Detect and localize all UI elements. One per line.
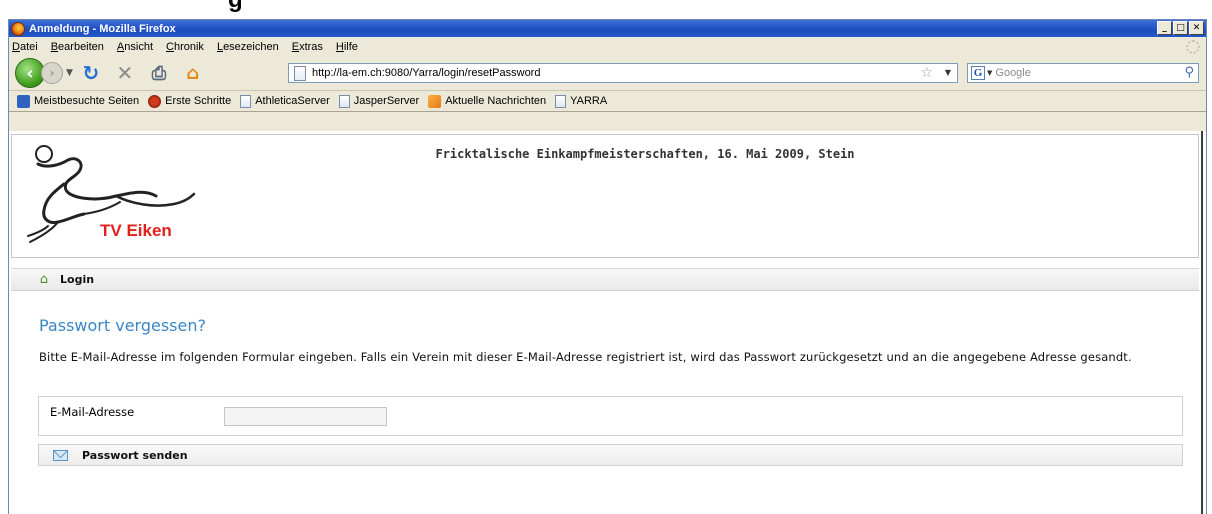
maximize-button[interactable]: □ <box>1173 21 1188 35</box>
print-icon[interactable]: ⎙ <box>147 61 171 85</box>
window-title: Anmeldung - Mozilla Firefox <box>29 22 176 35</box>
screenshot-top-strip: g <box>0 0 1212 20</box>
navigation-toolbar: ‹ › ▼ ↻ ✕ ⎙ ⌂ http://la-em.ch:9080/Yarra… <box>9 56 1206 90</box>
minimize-button[interactable]: _ <box>1157 21 1172 35</box>
most-visited-icon <box>17 94 30 108</box>
forward-button[interactable]: › <box>41 62 63 84</box>
bookmark-most-visited[interactable]: Meistbesuchte Seiten <box>17 94 139 108</box>
page-icon <box>338 94 350 108</box>
browser-window: Anmeldung - Mozilla Firefox _ □ ✕ Datei … <box>8 19 1207 514</box>
url-bar[interactable]: http://la-em.ch:9080/Yarra/login/resetPa… <box>288 63 958 83</box>
menu-extras[interactable]: Extras <box>292 41 323 53</box>
history-dropdown-icon[interactable]: ▼ <box>66 68 73 78</box>
email-field[interactable] <box>224 407 387 426</box>
site-header: TV Eiken Fricktalische Einkampfmeistersc… <box>11 134 1199 258</box>
menu-lesezeichen[interactable]: Lesezeichen <box>217 41 279 53</box>
search-icon[interactable]: ⚲ <box>1184 65 1194 80</box>
search-engine-dropdown-icon[interactable]: ▼ <box>987 69 992 77</box>
firefox-icon <box>148 94 162 108</box>
envelope-icon <box>53 449 68 461</box>
menu-bearbeiten[interactable]: Bearbeiten <box>51 41 104 53</box>
title-bar: Anmeldung - Mozilla Firefox _ □ ✕ <box>9 20 1206 37</box>
page-content: TV Eiken Fricktalische Einkampfmeistersc… <box>9 131 1206 514</box>
url-text[interactable]: http://la-em.ch:9080/Yarra/login/resetPa… <box>312 67 540 79</box>
reset-form: E-Mail-Adresse <box>38 396 1183 436</box>
send-password-label: Passwort senden <box>82 448 188 462</box>
search-input[interactable]: Google <box>995 67 1030 79</box>
bookmarks-toolbar: Meistbesuchte Seiten Erste Schritte Athl… <box>9 90 1206 112</box>
home-icon[interactable]: ⌂ <box>36 272 52 287</box>
send-password-button[interactable]: Passwort senden <box>38 444 1183 466</box>
stop-icon[interactable]: ✕ <box>113 61 137 85</box>
bookmark-getting-started[interactable]: Erste Schritte <box>148 94 231 108</box>
menu-bar: Datei Bearbeiten Ansicht Chronik Lesezei… <box>9 37 1206 56</box>
instructions-text: Bitte E-Mail-Adresse im folgenden Formul… <box>39 350 1132 364</box>
firefox-icon <box>11 21 25 36</box>
google-icon[interactable]: G <box>971 66 985 80</box>
close-button[interactable]: ✕ <box>1189 21 1204 35</box>
bookmark-star-icon[interactable]: ☆ <box>920 64 933 82</box>
event-title: Fricktalische Einkampfmeisterschaften, 1… <box>435 147 855 161</box>
menu-chronik[interactable]: Chronik <box>166 41 204 53</box>
throbber-icon <box>1186 40 1200 54</box>
reload-icon[interactable]: ↻ <box>79 61 103 85</box>
home-icon[interactable]: ⌂ <box>181 61 205 85</box>
page-icon <box>240 94 252 108</box>
clipped-heading-fragment: g <box>228 0 243 14</box>
bookmark-news[interactable]: Aktuelle Nachrichten <box>428 94 546 108</box>
window-controls: _ □ ✕ <box>1157 21 1204 35</box>
url-dropdown-icon[interactable]: ▼ <box>945 64 951 82</box>
bookmark-jasperserver[interactable]: JasperServer <box>338 94 419 108</box>
bookmark-athleticaserver[interactable]: AthleticaServer <box>240 94 330 108</box>
search-bar[interactable]: G ▼ Google ⚲ <box>967 63 1199 83</box>
page-icon <box>555 94 567 108</box>
logo-text: TV Eiken <box>100 221 172 240</box>
menu-ansicht[interactable]: Ansicht <box>117 41 153 53</box>
breadcrumb-login[interactable]: Login <box>60 273 94 286</box>
menu-hilfe[interactable]: Hilfe <box>336 41 358 53</box>
scrollbar-edge <box>1201 131 1203 514</box>
breadcrumb: ⌂ Login <box>11 268 1199 291</box>
page-icon <box>294 65 306 81</box>
page-title: Passwort vergessen? <box>39 316 206 335</box>
email-label: E-Mail-Adresse <box>50 405 135 419</box>
menu-datei[interactable]: Datei <box>12 41 38 53</box>
bookmark-yarra[interactable]: YARRA <box>555 94 607 108</box>
rss-icon <box>428 94 442 108</box>
